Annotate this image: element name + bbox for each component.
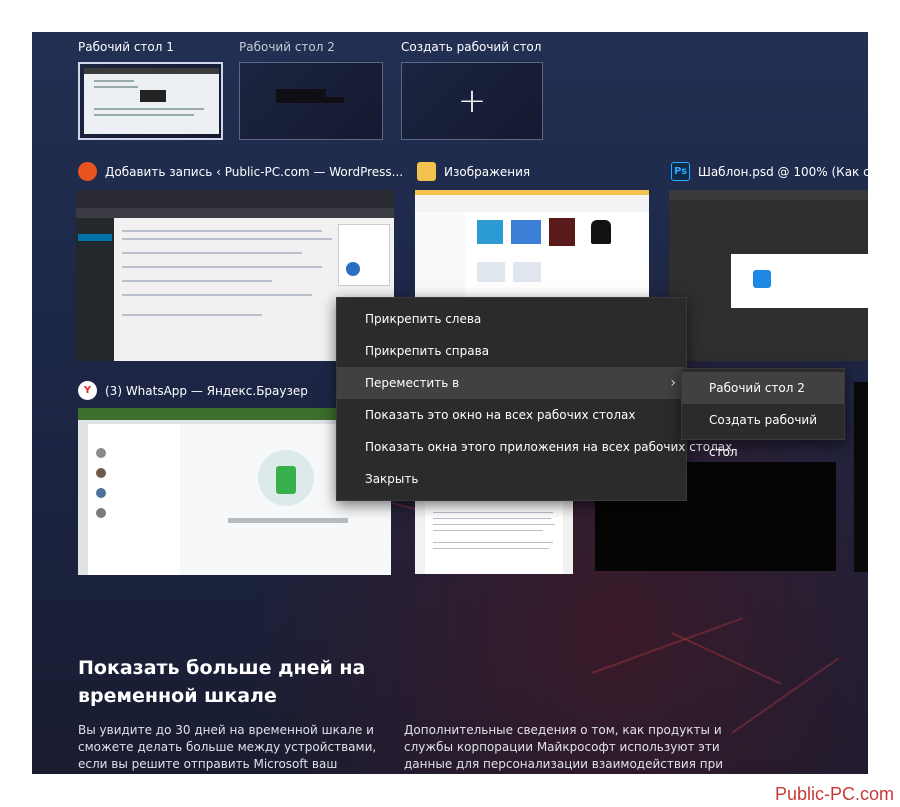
- photoshop-icon: Ps: [671, 162, 690, 181]
- preview-line: [122, 280, 272, 282]
- plus-icon: +: [457, 81, 487, 121]
- background-streak: [591, 617, 743, 674]
- preview-line: [433, 548, 549, 549]
- menu-item-show-app-all-desktops[interactable]: Показать окна этого приложения на всех р…: [337, 431, 732, 463]
- preview-menu: [140, 90, 166, 102]
- preview-line: [433, 518, 551, 519]
- window-firefox-title: Добавить запись ‹ Public-PC.com — WordPr…: [105, 164, 404, 179]
- preview-toolbar: [669, 190, 868, 200]
- preview-thumbnail: [511, 220, 541, 244]
- preview-avatar: [96, 488, 106, 498]
- preview-chat-list: [88, 424, 180, 575]
- preview-canvas: [731, 254, 868, 308]
- preview-avatar: [96, 448, 106, 458]
- new-desktop-label: Создать рабочий стол: [401, 40, 542, 54]
- menu-item-move-to[interactable]: Переместить в ›: [337, 367, 686, 399]
- task-view-screen: Рабочий стол 1 Рабочий стол 2 Создать ра…: [32, 32, 868, 774]
- firefox-icon: [78, 162, 97, 181]
- preview-thumbnail: [549, 218, 575, 246]
- whatsapp-phone-icon: [276, 466, 296, 494]
- preview-line: [433, 524, 555, 525]
- menu-item-show-window-all-desktops[interactable]: Показать это окно на всех рабочих столах: [337, 399, 686, 431]
- window-photoshop-thumbnail[interactable]: [669, 190, 868, 361]
- submenu-item-desktop-2[interactable]: Рабочий стол 2: [682, 372, 844, 404]
- window-explorer-title-bar: Изображения: [417, 162, 530, 181]
- menu-item-move-to-label: Переместить в: [365, 376, 460, 390]
- watermark: Public-PC.com: [774, 784, 894, 804]
- windows-logo-icon: [753, 270, 771, 288]
- window-photoshop-title-bar: Ps Шаблон.psd @ 100% (Как созда: [671, 162, 868, 181]
- preview-line: [122, 230, 322, 232]
- preview-line: [94, 114, 194, 116]
- preview-sidebar-item: [78, 234, 112, 241]
- preview-line: [433, 530, 543, 531]
- yandex-browser-icon: Y: [78, 381, 97, 400]
- folder-icon: [417, 162, 436, 181]
- preview-line: [122, 314, 262, 316]
- desktop-1-preview: [84, 68, 219, 134]
- chevron-right-icon: ›: [670, 375, 676, 391]
- window-photoshop-title: Шаблон.psd @ 100% (Как созда: [698, 164, 868, 179]
- preview-thumbnail: [477, 220, 503, 244]
- window-yandex-title-bar: Y (3) WhatsApp — Яндекс.Браузер: [78, 381, 308, 400]
- move-to-submenu: Рабочий стол 2 Создать рабочий стол: [681, 368, 845, 459]
- preview-line: [122, 266, 322, 268]
- preview-nav-pane: [415, 212, 465, 300]
- menu-item-snap-right[interactable]: Прикрепить справа: [337, 335, 686, 367]
- timeline-privacy-text: Дополнительные сведения о том, как проду…: [404, 723, 724, 771]
- preview-line: [122, 252, 302, 254]
- window-explorer-title: Изображения: [444, 164, 531, 179]
- new-desktop-button[interactable]: +: [401, 62, 543, 140]
- window-context-menu: Прикрепить слева Прикрепить справа Перем…: [336, 297, 732, 501]
- desktop-2-preview-menu: [276, 89, 326, 103]
- preview-thumbnail: [513, 262, 541, 282]
- desktop-2-thumbnail[interactable]: [239, 62, 383, 140]
- preview-line: [94, 86, 138, 88]
- desktop-1-label: Рабочий стол 1: [78, 40, 174, 54]
- preview-thumbnail: [591, 220, 611, 244]
- desktop-2-label: Рабочий стол 2: [239, 40, 335, 54]
- preview-line: [94, 80, 134, 82]
- preview-ribbon-accent: [415, 190, 649, 195]
- desktop-2-preview-submenu: [322, 97, 344, 103]
- preview-line: [433, 542, 553, 543]
- background-streak: [671, 632, 782, 685]
- preview-line: [94, 108, 204, 110]
- submenu-item-new-desktop[interactable]: Создать рабочий стол: [682, 404, 844, 459]
- preview-thumbnail: [477, 262, 505, 282]
- preview-avatar: [346, 262, 360, 276]
- preview-line: [433, 512, 553, 513]
- preview-line: [228, 518, 348, 523]
- window-firefox-title-bar: Добавить запись ‹ Public-PC.com — WordPr…: [78, 162, 403, 181]
- preview-line: [122, 238, 332, 240]
- desktop-1-thumbnail[interactable]: [78, 62, 223, 140]
- preview-tabbar: [76, 190, 394, 208]
- preview-avatar: [96, 468, 106, 478]
- preview-line: [122, 294, 312, 296]
- timeline-promo-text: Вы увидите до 30 дней на временной шкале…: [78, 723, 377, 771]
- window-edge-thumbnail[interactable]: [854, 382, 868, 572]
- window-yandex-title: (3) WhatsApp — Яндекс.Браузер: [105, 383, 308, 398]
- preview-toolbar: [76, 208, 394, 218]
- preview-panel: [338, 224, 390, 286]
- menu-item-snap-left[interactable]: Прикрепить слева: [337, 303, 686, 335]
- window-explorer-thumbnail[interactable]: [415, 190, 649, 300]
- timeline-promo-title: Показать больше дней на временной шкале: [78, 657, 366, 707]
- preview-avatar: [96, 508, 106, 518]
- menu-item-close[interactable]: Закрыть: [337, 463, 686, 495]
- preview-bar: [84, 68, 219, 74]
